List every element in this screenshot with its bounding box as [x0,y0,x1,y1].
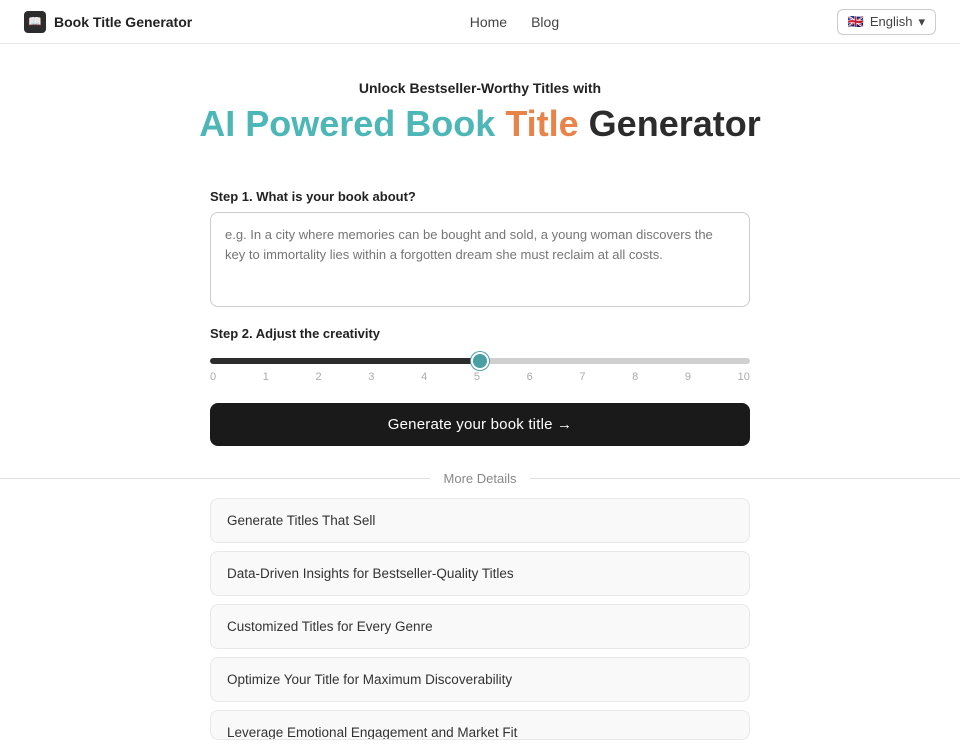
detail-item-1[interactable]: Data-Driven Insights for Bestseller-Qual… [210,551,750,596]
hero-title-part3: Generator [579,103,761,144]
detail-item-2[interactable]: Customized Titles for Every Genre [210,604,750,649]
lang-label: English [870,14,913,29]
hero-section: Unlock Bestseller-Worthy Titles with AI … [0,44,960,165]
brand-icon: 📖 [24,11,46,33]
generate-button[interactable]: Generate your book title → [210,403,750,446]
detail-item-3[interactable]: Optimize Your Title for Maximum Discover… [210,657,750,702]
book-description-input[interactable] [210,212,750,307]
hero-title-part2: Title [505,103,578,144]
detail-item-4[interactable]: Leverage Emotional Engagement and Market… [210,710,750,740]
detail-item-0[interactable]: Generate Titles That Sell [210,498,750,543]
more-details-divider: More Details [0,470,960,486]
navbar: 📖 Book Title Generator Home Blog 🇬🇧 Engl… [0,0,960,44]
details-list: Generate Titles That Sell Data-Driven In… [190,498,770,756]
nav-links: Home Blog [470,14,559,30]
brand-name: Book Title Generator [54,14,192,30]
language-selector[interactable]: 🇬🇧 English ▾ [837,9,936,35]
step1-label: Step 1. What is your book about? [210,189,750,204]
more-details-label: More Details [430,471,531,486]
hero-subtitle: Unlock Bestseller-Worthy Titles with [20,80,940,96]
brand-icon-text: 📖 [28,15,42,28]
step2-label: Step 2. Adjust the creativity [210,326,750,341]
slider-container: 0 1 2 3 4 5 6 7 8 9 10 [210,351,750,383]
creativity-slider[interactable] [210,358,750,364]
slider-ticks: 0 1 2 3 4 5 6 7 8 9 10 [210,371,750,383]
lang-flag: 🇬🇧 [848,14,864,30]
hero-title: AI Powered Book Title Generator [20,102,940,145]
hero-title-part1: AI Powered Book [199,103,505,144]
nav-blog[interactable]: Blog [531,14,559,30]
form-section: Step 1. What is your book about? Step 2.… [190,189,770,446]
brand: 📖 Book Title Generator [24,11,192,33]
nav-home[interactable]: Home [470,14,507,30]
chevron-down-icon: ▾ [918,14,925,30]
